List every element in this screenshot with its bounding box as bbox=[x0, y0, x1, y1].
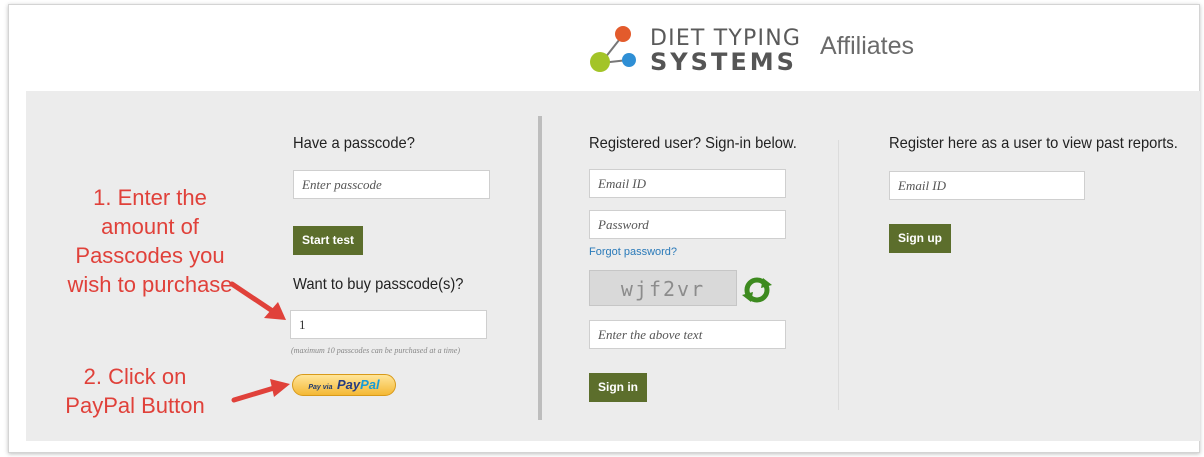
column-divider-soft bbox=[838, 140, 839, 410]
step1-line: wish to purchase bbox=[67, 272, 233, 297]
sign-up-button[interactable]: Sign up bbox=[889, 224, 951, 253]
captcha-text: wjf2vr bbox=[620, 277, 706, 301]
step1-line: 1. Enter the bbox=[93, 185, 207, 210]
column-divider bbox=[538, 116, 542, 420]
quantity-limit-note: (maximum 10 passcodes can be purchased a… bbox=[291, 346, 461, 355]
forgot-password-link[interactable]: Forgot password? bbox=[589, 246, 677, 258]
refresh-captcha-icon[interactable] bbox=[741, 275, 773, 305]
passcode-input[interactable] bbox=[293, 170, 490, 199]
buy-passcode-heading: Want to buy passcode(s)? bbox=[293, 276, 464, 293]
step2-annotation: 2. Click on PayPal Button bbox=[40, 362, 230, 420]
signin-password-field[interactable] bbox=[589, 210, 786, 239]
passcode-heading: Have a passcode? bbox=[293, 135, 415, 152]
signin-email-field[interactable] bbox=[589, 169, 786, 198]
passcode-quantity-input[interactable] bbox=[290, 310, 487, 339]
paypal-via-label: Pay via bbox=[308, 384, 333, 391]
step1-line: amount of bbox=[101, 214, 199, 239]
register-email-field[interactable] bbox=[889, 171, 1085, 200]
site-logo[interactable]: DIET TYPING SYSTEMS Affiliates bbox=[588, 22, 928, 78]
captcha-image: wjf2vr bbox=[589, 270, 737, 306]
step2-line: 2. Click on bbox=[83, 364, 187, 389]
signin-heading: Registered user? Sign-in below. bbox=[589, 135, 797, 152]
captcha-input[interactable] bbox=[589, 320, 786, 349]
affiliates-label: Affiliates bbox=[820, 32, 915, 60]
register-heading: Register here as a user to view past rep… bbox=[889, 135, 1178, 152]
arrow-to-quantity-icon bbox=[229, 281, 286, 320]
logo-mark-icon bbox=[590, 26, 636, 72]
paypal-logo-pal: Pal bbox=[360, 377, 380, 392]
step2-line: PayPal Button bbox=[65, 393, 205, 418]
arrow-to-paypal-icon bbox=[231, 379, 290, 403]
step1-annotation: 1. Enter the amount of Passcodes you wis… bbox=[40, 183, 260, 299]
sign-in-button[interactable]: Sign in bbox=[589, 373, 647, 402]
paypal-button[interactable]: Pay via PayPal bbox=[292, 374, 396, 396]
step1-line: Passcodes you bbox=[75, 243, 225, 268]
paypal-logo-pay: Pay bbox=[336, 377, 361, 392]
logo-text-line2: SYSTEMS bbox=[650, 48, 797, 76]
start-test-button[interactable]: Start test bbox=[293, 226, 363, 255]
